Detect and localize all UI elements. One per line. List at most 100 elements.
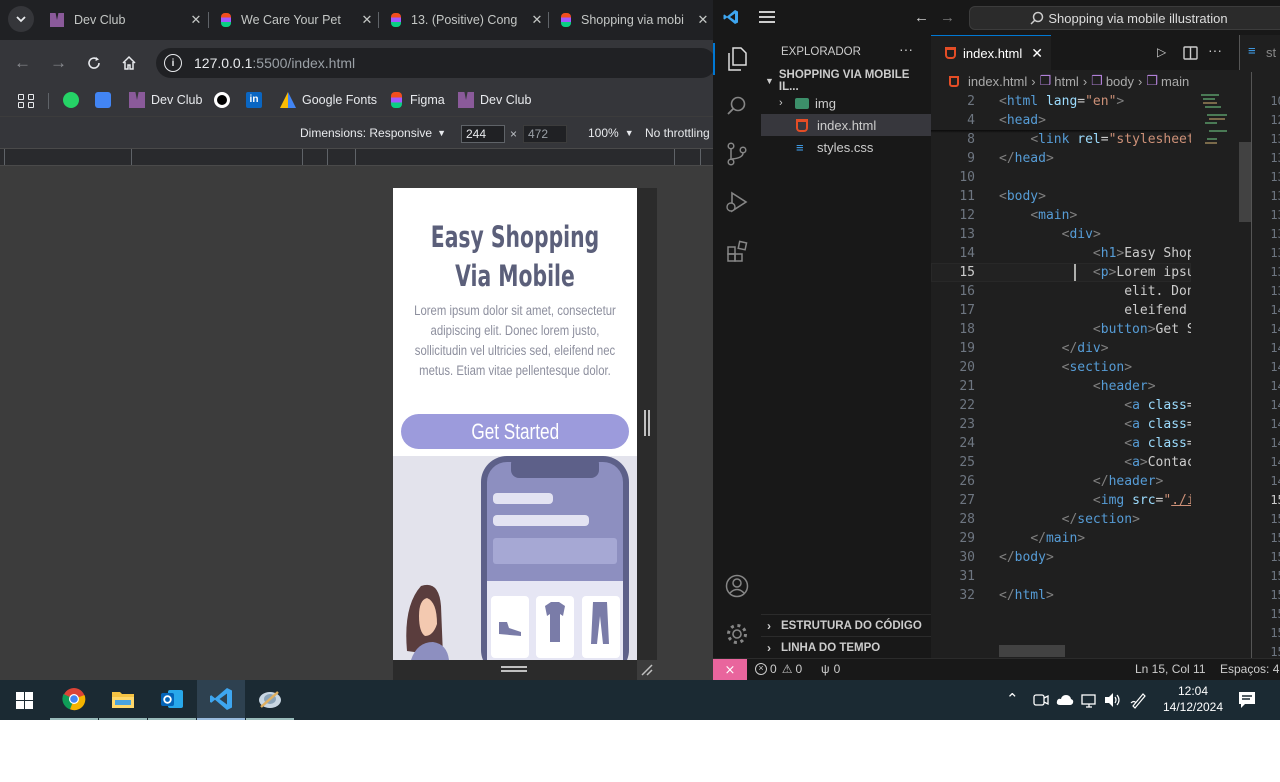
tab-styles-css[interactable]: ≡ st: [1239, 35, 1280, 70]
taskbar-postman[interactable]: [246, 680, 294, 720]
cursor-position[interactable]: Ln 15, Col 11: [1135, 662, 1206, 676]
editor-scrollbar-thumb[interactable]: [1239, 142, 1251, 222]
back-icon[interactable]: ←: [14, 53, 31, 73]
dimensions-select[interactable]: Dimensions: Responsive ▼: [300, 126, 446, 140]
account-icon[interactable]: [725, 574, 749, 598]
taskbar-vscode[interactable]: [197, 680, 245, 720]
emulated-page: Easy Shopping Via Mobile Lorem ipsum dol…: [393, 188, 637, 660]
tree-item-index-html[interactable]: index.html: [761, 114, 931, 136]
run-icon[interactable]: ▷: [1157, 45, 1166, 59]
home-icon[interactable]: [121, 55, 137, 71]
tab-index-html[interactable]: index.html ✕: [931, 35, 1051, 70]
bookmark-google-translate[interactable]: [95, 92, 117, 108]
settings-gear-icon[interactable]: [725, 622, 749, 646]
problems-indicator[interactable]: × 0 ⚠ 0: [755, 662, 802, 676]
start-button[interactable]: [0, 680, 48, 720]
zoom-select[interactable]: 100% ▼: [588, 126, 634, 140]
horizontal-scrollbar[interactable]: [999, 645, 1065, 657]
more-actions-icon[interactable]: ···: [1208, 42, 1222, 58]
minimap[interactable]: [1199, 92, 1239, 658]
tab-search-button[interactable]: [8, 6, 34, 32]
menu-icon[interactable]: [759, 11, 775, 23]
width-input[interactable]: 244: [461, 125, 505, 143]
volume-icon[interactable]: [1104, 692, 1122, 708]
close-icon[interactable]: ✕: [693, 12, 713, 28]
line-number: 158: [1270, 645, 1280, 658]
split-editor-icon[interactable]: [1183, 46, 1198, 60]
tree-item-img[interactable]: › img: [761, 92, 931, 114]
line-number: 128: [1270, 113, 1280, 127]
taskbar-file-explorer[interactable]: [99, 680, 147, 720]
source-control-icon[interactable]: [726, 142, 748, 166]
run-debug-icon[interactable]: [724, 190, 750, 214]
line-number: 20: [959, 360, 975, 375]
height-input[interactable]: 472: [523, 125, 567, 143]
taskbar-outlook[interactable]: [148, 680, 196, 720]
browser-tab[interactable]: Shopping via mobi ✕: [551, 6, 713, 34]
line-number: 139: [1270, 284, 1280, 298]
outline-section[interactable]: › ESTRUTURA DO CÓDIGO: [761, 614, 931, 636]
bookmark-linkedin[interactable]: in: [246, 92, 268, 108]
reload-icon[interactable]: [86, 55, 102, 71]
element-icon: ❒: [1146, 73, 1159, 88]
bookmark-label: Dev Club: [151, 93, 203, 107]
meet-now-icon[interactable]: [1032, 692, 1050, 708]
bookmark-devclub[interactable]: Dev Club: [129, 92, 202, 108]
pen-ink-icon[interactable]: [1130, 691, 1148, 709]
ports-indicator[interactable]: ψ0: [821, 662, 840, 676]
extensions-icon[interactable]: [726, 239, 750, 263]
network-icon[interactable]: [1080, 692, 1098, 708]
browser-tab[interactable]: Dev Club ✕: [40, 6, 206, 34]
line-number: 136: [1270, 227, 1280, 241]
close-icon[interactable]: ✕: [186, 12, 206, 28]
close-icon[interactable]: ✕: [357, 12, 377, 28]
more-actions-icon[interactable]: ···: [899, 41, 913, 57]
bookmark-threads[interactable]: [214, 92, 236, 108]
bookmark-google-fonts[interactable]: Google Fonts: [280, 92, 377, 108]
onedrive-cloud-icon[interactable]: [1056, 693, 1074, 707]
breadcrumb-item[interactable]: main: [1161, 74, 1189, 89]
taskbar-chrome[interactable]: [50, 680, 98, 720]
browser-tab[interactable]: 13. (Positive) Cong ✕: [381, 6, 547, 34]
forward-icon[interactable]: →: [50, 53, 67, 73]
tree-item-styles-css[interactable]: ≡ styles.css: [761, 136, 931, 158]
search-icon[interactable]: [726, 95, 748, 117]
bookmark-devclub-2[interactable]: Dev Club: [458, 92, 531, 108]
page-paragraph: Lorem ipsum dolor sit amet, consectetur …: [414, 303, 616, 378]
zoom-label: 100%: [588, 126, 619, 140]
apps-grid-icon[interactable]: [18, 94, 34, 108]
close-icon[interactable]: ✕: [1031, 45, 1043, 62]
bookmark-whatsapp[interactable]: [63, 92, 85, 108]
system-clock[interactable]: 12:04 14/12/2024: [1158, 683, 1228, 715]
project-folder[interactable]: ▼ SHOPPING VIA MOBILE IL...: [761, 69, 931, 93]
address-bar[interactable]: i 127.0.0.1:5500/index.html: [156, 48, 716, 78]
device-resize-handle[interactable]: [637, 188, 657, 660]
line-number: 15: [959, 265, 975, 280]
nav-forward-icon[interactable]: →: [940, 9, 955, 26]
timeline-section[interactable]: › LINHA DO TEMPO: [761, 636, 931, 658]
indentation-setting[interactable]: Espaços: 4: [1220, 662, 1279, 676]
resize-corner-icon[interactable]: [641, 664, 653, 676]
active-indicator: [713, 43, 715, 75]
command-center-search[interactable]: Shopping via mobile illustration: [969, 6, 1280, 30]
line-content: <div>: [1061, 227, 1101, 242]
breadcrumb-item[interactable]: html: [1054, 74, 1079, 89]
remote-indicator-icon[interactable]: ⨯: [713, 659, 747, 681]
clock-time: 12:04: [1177, 684, 1209, 698]
breadcrumb-item[interactable]: index.html: [968, 74, 1027, 89]
site-info-icon[interactable]: i: [164, 54, 182, 72]
notifications-icon[interactable]: [1238, 691, 1256, 709]
line-number: 132: [1270, 151, 1280, 165]
show-hidden-icons-chevron-icon[interactable]: ⌃: [1006, 690, 1019, 708]
media-query-ruler[interactable]: [0, 148, 713, 166]
explorer-icon[interactable]: [726, 47, 748, 71]
close-icon[interactable]: ✕: [527, 12, 547, 28]
bookmark-figma[interactable]: Figma: [389, 92, 445, 108]
get-started-button[interactable]: Get Started: [401, 414, 629, 449]
throttling-select[interactable]: No throttling: [645, 126, 710, 140]
nav-back-icon[interactable]: ←: [914, 9, 929, 26]
browser-tab[interactable]: We Care Your Pet ✕: [211, 6, 377, 34]
breadcrumb-item[interactable]: body: [1106, 74, 1134, 89]
clock-date: 14/12/2024: [1162, 700, 1224, 714]
code-editor[interactable]: 2 <html lang="en"> 4 <head> 8 <link rel="sty…: [931, 92, 1191, 658]
